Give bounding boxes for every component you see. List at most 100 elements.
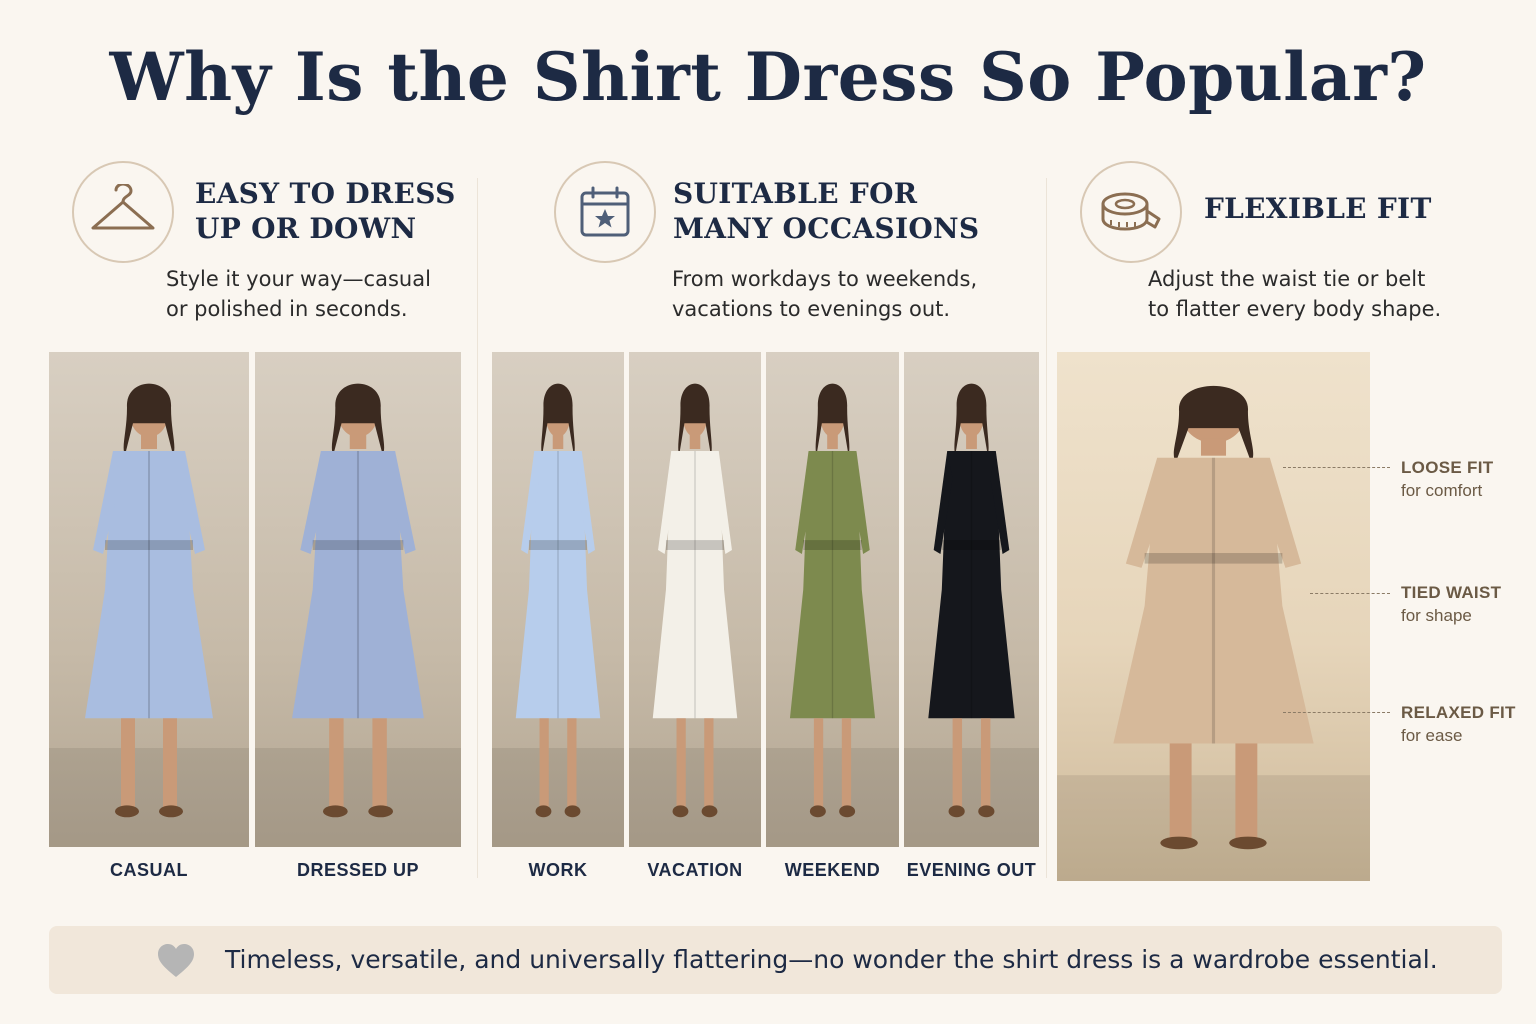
neck (349, 433, 367, 450)
right-shoe (839, 805, 856, 818)
photo-vacation (629, 352, 761, 847)
ground-shadow (766, 748, 899, 847)
photo-label: WEEKEND (784, 860, 881, 880)
right-leg (567, 718, 577, 808)
right-shoe (159, 805, 183, 818)
ground-shadow (255, 748, 461, 847)
right-leg (1235, 743, 1258, 839)
right-shoe (978, 805, 995, 818)
left-leg (329, 718, 344, 808)
photo-evening-out (904, 352, 1039, 847)
right-shoe (1229, 836, 1267, 850)
left-shoe (809, 805, 826, 818)
left-leg (539, 718, 549, 808)
annotation-leader (1283, 712, 1390, 713)
hanger-icon (91, 184, 155, 230)
model-figure (492, 383, 624, 847)
description-line: Style it your way—casual (166, 267, 431, 291)
left-shoe (672, 805, 689, 818)
ground-shadow (492, 748, 624, 847)
footer-text: Timeless, versatile, and universally fla… (225, 945, 1438, 974)
photo-label: WORK (528, 860, 588, 880)
right-shoe (368, 805, 394, 818)
right-shoe (564, 805, 581, 818)
annotation-loose-fit: LOOSE FIT for comfort (1401, 456, 1493, 502)
heading-line: EASY TO DRESS (195, 177, 456, 210)
description-line: From workdays to weekends, (672, 267, 978, 291)
right-leg (372, 718, 387, 808)
annotation-leader (1310, 593, 1390, 594)
section-heading: SUITABLE FOR MANY OCCASIONS (673, 176, 979, 246)
photo-weekend (766, 352, 899, 847)
description-line: vacations to evenings out. (672, 297, 951, 321)
measuring-tape-icon (1101, 192, 1161, 231)
model-figure (1057, 385, 1370, 881)
left-shoe (948, 805, 965, 818)
ground-shadow (49, 748, 249, 847)
neck (1200, 438, 1227, 456)
annotation-leader (1283, 467, 1390, 468)
section-heading: EASY TO DRESS UP OR DOWN (195, 176, 456, 246)
heading-line: SUITABLE FOR (673, 177, 918, 210)
tape-icon-badge (1080, 161, 1182, 263)
annotation-tied-waist: TIED WAIST for shape (1401, 581, 1501, 627)
left-leg (1169, 743, 1192, 839)
left-leg (121, 718, 135, 808)
right-leg (841, 718, 852, 808)
column-divider (1046, 178, 1047, 878)
model-figure (49, 383, 249, 847)
ground-shadow (1057, 775, 1370, 881)
model-figure (766, 383, 899, 847)
page-title: Why Is the Shirt Dress So Popular? (109, 38, 1427, 116)
section-description: From workdays to weekends, vacations to … (672, 264, 977, 324)
ground-shadow (904, 748, 1039, 847)
photo-flexible-fit (1057, 352, 1370, 881)
left-shoe (1160, 836, 1198, 850)
left-shoe (535, 805, 552, 818)
left-shoe (115, 805, 139, 818)
heading-line: FLEXIBLE FIT (1204, 192, 1432, 225)
neck (966, 433, 977, 450)
photo-dressed-up (255, 352, 461, 847)
photo-label: CASUAL (110, 860, 188, 880)
description-line: to flatter every body shape. (1148, 297, 1442, 321)
annotation-subtitle: for comfort (1401, 481, 1483, 500)
section-description: Adjust the waist tie or belt to flatter … (1148, 264, 1441, 324)
heading-line: MANY OCCASIONS (673, 212, 980, 245)
footer-banner: Timeless, versatile, and universally fla… (49, 926, 1502, 994)
photo-label: VACATION (647, 860, 743, 880)
calendar-star-icon (580, 186, 630, 237)
annotation-subtitle: for ease (1401, 726, 1463, 745)
annotation-title: RELAXED FIT (1401, 703, 1516, 722)
ground-shadow (629, 748, 761, 847)
annotation-title: TIED WAIST (1401, 583, 1502, 602)
heart-icon (158, 944, 194, 977)
description-line: Adjust the waist tie or belt (1148, 267, 1426, 291)
left-leg (952, 718, 963, 808)
right-leg (704, 718, 714, 808)
annotation-relaxed-fit: RELAXED FIT for ease (1401, 701, 1516, 747)
neck (827, 433, 838, 450)
neck (552, 433, 564, 450)
hanger-icon-badge (72, 161, 174, 263)
photo-label: EVENING OUT (906, 860, 1037, 880)
section-description: Style it your way—casual or polished in … (166, 264, 431, 324)
model-figure (255, 383, 461, 847)
photo-casual (49, 352, 249, 847)
left-leg (813, 718, 824, 808)
heading-line: UP OR DOWN (195, 212, 417, 245)
right-leg (163, 718, 177, 808)
section-heading: FLEXIBLE FIT (1204, 191, 1432, 226)
annotation-subtitle: for shape (1401, 606, 1472, 625)
calendar-icon-badge (554, 161, 656, 263)
description-line: or polished in seconds. (166, 297, 408, 321)
left-leg (676, 718, 686, 808)
right-shoe (701, 805, 718, 818)
neck (689, 433, 701, 450)
model-figure (629, 383, 761, 847)
photo-label: DRESSED UP (296, 860, 420, 880)
right-leg (980, 718, 991, 808)
left-shoe (322, 805, 348, 818)
column-divider (477, 178, 478, 878)
neck (141, 433, 157, 450)
